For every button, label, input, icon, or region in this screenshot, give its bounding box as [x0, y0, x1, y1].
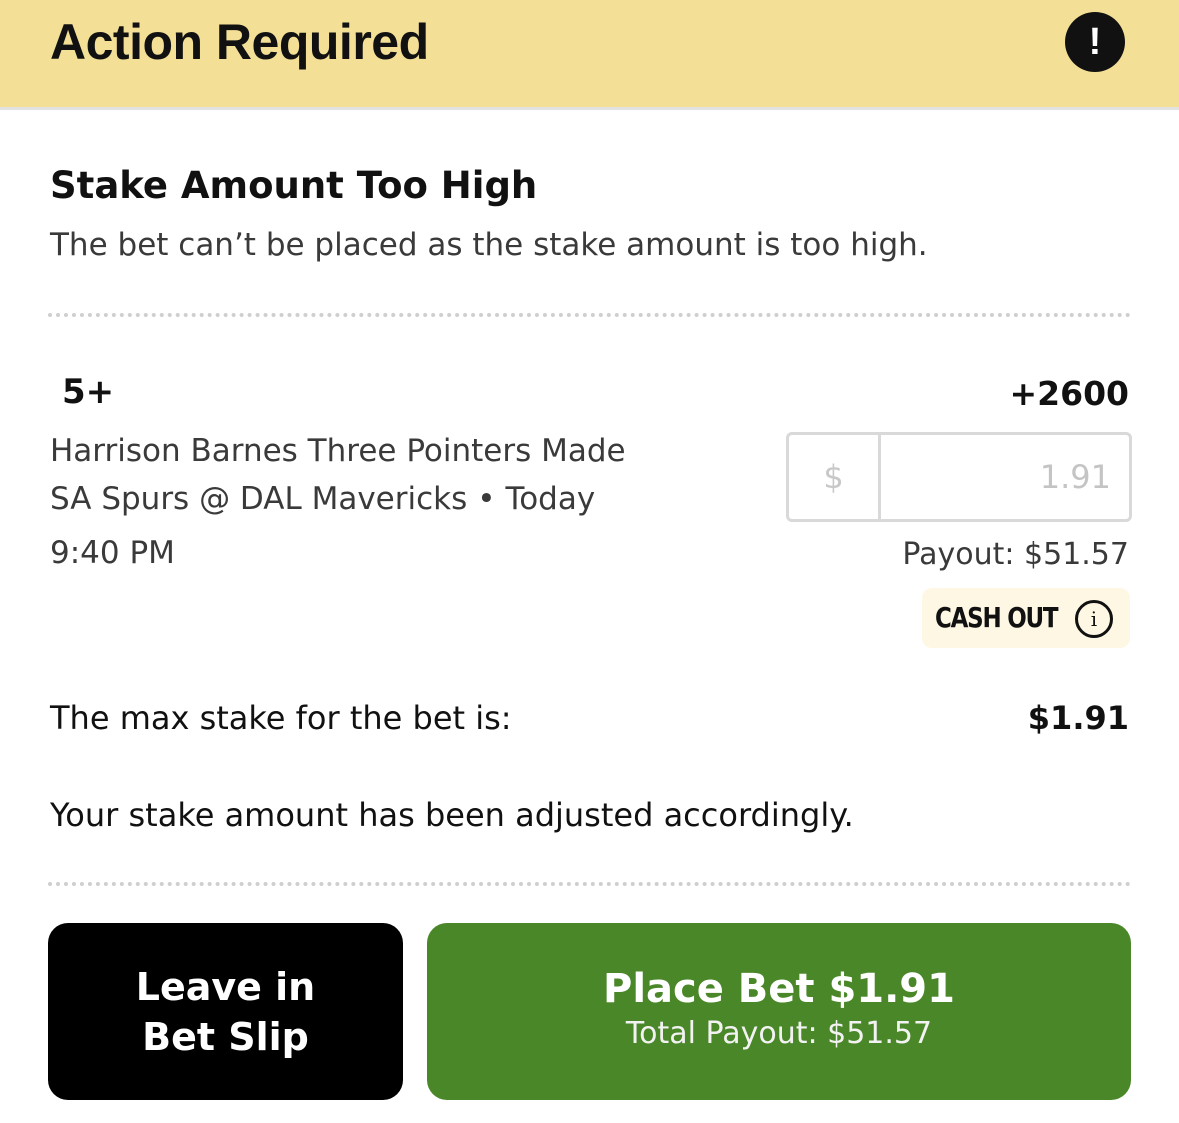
- divider: [48, 882, 1131, 886]
- header-title: Action Required: [50, 14, 429, 70]
- total-payout-label: Total Payout: $51.57: [625, 1015, 933, 1051]
- currency-prefix: $: [789, 435, 881, 519]
- bet-odds: +2600: [1009, 374, 1130, 413]
- separator-dot: •: [477, 481, 496, 517]
- leave-button-line2: Bet Slip: [142, 1014, 309, 1059]
- max-stake-label: The max stake for the bet is:: [50, 699, 512, 737]
- event-time: 9:40 PM: [50, 535, 175, 571]
- bet-market: Harrison Barnes Three Pointers Made: [50, 433, 626, 469]
- error-description: The bet can’t be placed as the stake amo…: [50, 227, 928, 263]
- info-icon[interactable]: i: [1075, 600, 1113, 638]
- adjusted-note: Your stake amount has been adjusted acco…: [50, 796, 854, 834]
- stake-input[interactable]: [881, 435, 1111, 519]
- event-day: Today: [505, 481, 596, 517]
- divider: [48, 313, 1131, 317]
- error-title: Stake Amount Too High: [50, 164, 538, 207]
- max-stake-value: $1.91: [1027, 699, 1129, 737]
- header-bar: Action Required !: [0, 0, 1179, 110]
- place-bet-label: Place Bet $1.91: [603, 965, 955, 1012]
- bet-selection: 5+: [62, 372, 115, 412]
- exclamation-icon: !: [1065, 12, 1125, 72]
- cashout-badge[interactable]: CASH OUT i: [922, 588, 1130, 648]
- event-teams: SA Spurs @ DAL Mavericks: [50, 481, 468, 517]
- leave-in-bet-slip-button[interactable]: Leave in Bet Slip: [48, 923, 403, 1100]
- payout-text: Payout: $51.57: [902, 537, 1129, 572]
- leave-button-line1: Leave in: [135, 964, 316, 1009]
- bet-event: SA Spurs @ DAL Mavericks • Today: [50, 478, 595, 520]
- action-required-dialog: Action Required ! Stake Amount Too High …: [0, 0, 1179, 1123]
- cashout-label: CASH OUT: [935, 601, 1059, 634]
- place-bet-button[interactable]: Place Bet $1.91 Total Payout: $51.57: [427, 923, 1131, 1100]
- stake-field[interactable]: $: [786, 432, 1132, 522]
